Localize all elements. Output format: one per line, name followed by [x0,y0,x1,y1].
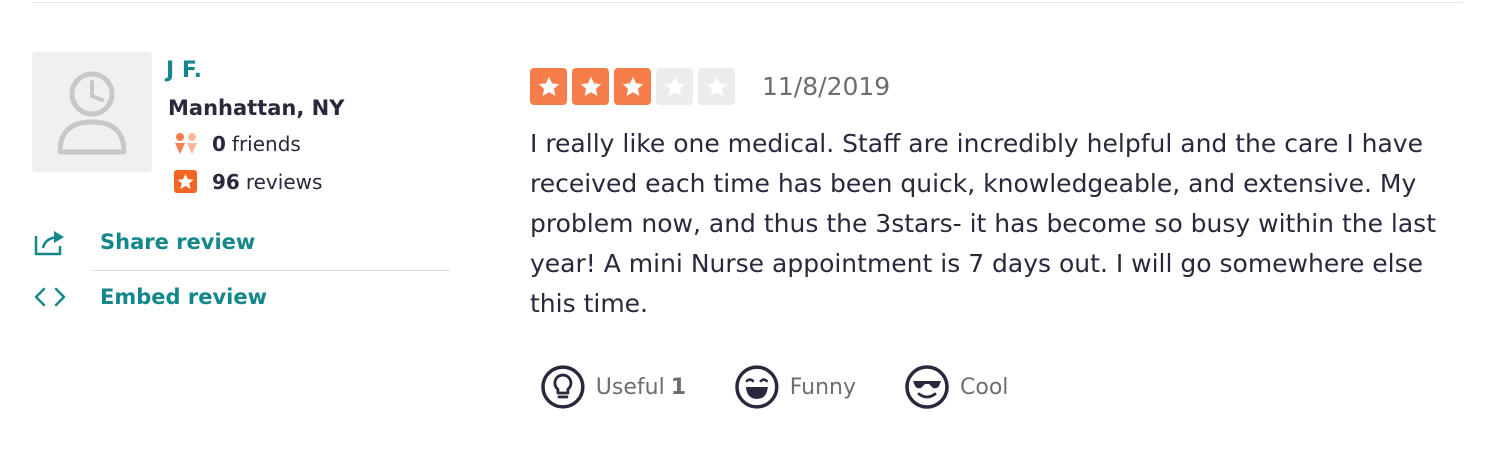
useful-bulb-icon [541,365,585,409]
funny-face-icon [735,365,779,409]
reviews-count: 96 [212,170,240,194]
reviews-label: reviews [245,170,323,194]
useful-button[interactable]: Useful 1 [540,364,686,410]
action-divider [92,270,450,271]
star-icon [572,68,609,105]
star-icon [614,68,651,105]
embed-review-label: Embed review [100,285,267,309]
share-review-label: Share review [100,230,256,254]
useful-count: 1 [670,374,686,400]
reviews-star-icon [172,170,200,194]
default-avatar-icon [57,71,127,155]
funny-button[interactable]: Funny [734,364,856,410]
useful-label: Useful [595,374,665,400]
reviewer-location: Manhattan, NY [168,96,345,120]
vote-buttons: Useful 1 Funny Cool [540,364,1058,410]
friends-icon [172,132,200,156]
friends-count: 0 [212,132,226,156]
star-icon [698,68,735,105]
review-text: I really like one medical. Staff are inc… [530,129,1437,318]
top-divider [32,2,1462,3]
cool-sunglasses-icon [905,365,949,409]
star-icon [530,68,567,105]
embed-code-icon [32,283,68,311]
star-icon [656,68,693,105]
star-rating [530,68,740,105]
reviewer-name[interactable]: J F. [166,58,202,83]
cool-button[interactable]: Cool [904,364,1008,410]
share-icon [32,228,68,256]
embed-review-link[interactable]: Embed review [32,283,267,311]
reviews-stat: 96 reviews [172,170,322,194]
cool-label: Cool [960,374,1009,400]
friends-label: friends [231,132,301,156]
funny-label: Funny [789,374,856,400]
reviewer-avatar[interactable] [32,52,152,172]
review-date: 11/8/2019 [762,72,891,101]
friends-stat: 0 friends [172,132,301,156]
share-review-link[interactable]: Share review [32,228,255,256]
